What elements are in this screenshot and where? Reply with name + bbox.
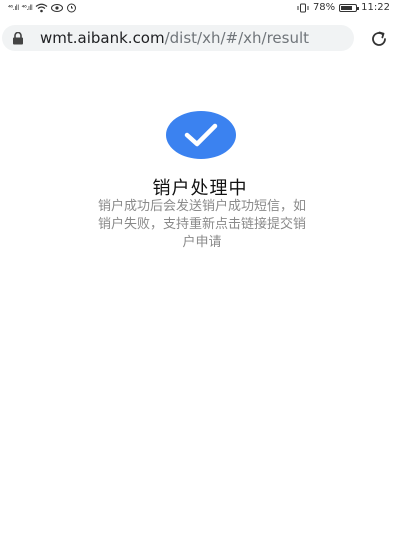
battery-icon [339,3,360,12]
reload-icon [372,31,386,46]
lock-icon [12,31,32,45]
url-text[interactable]: wmt.aibank.com/dist/xh/#/xh/result [40,29,309,47]
result-description: 销户成功后会发送销户成功短信，如 销户失败，支持重新点击链接提交销 户申请 [74,198,330,252]
check-icon [184,123,218,147]
address-bar[interactable]: wmt.aibank.com/dist/xh/#/xh/result [2,25,354,51]
status-bar: ⁴⁶.ıll ⁴⁶.ıll 78% 11:22 [0,0,400,18]
description-line-1: 销户成功后会发送销户成功短信，如 [97,199,306,214]
reload-button[interactable] [366,26,392,52]
alarm-icon [67,3,77,13]
description-line-2: 销户失败，支持重新点击链接提交销 [97,217,306,232]
url-path: /dist/xh/#/xh/result [164,29,310,47]
status-right: 78% 11:22 [297,2,390,13]
result-title: 销户处理中 [152,178,248,199]
cellular-signal-2: ⁴⁶.ıll [21,3,33,12]
battery-percent: 78% [312,2,336,13]
vibrate-icon [297,3,309,12]
description-line-3: 户申请 [182,235,222,250]
success-badge [166,111,236,159]
clock: 11:22 [361,2,390,13]
url-host: wmt.aibank.com [40,29,165,47]
eye-icon [51,3,64,12]
battery-fill [341,5,353,10]
wifi-icon [35,3,48,12]
cellular-signal-1: ⁴⁶.ıll [8,3,19,12]
status-left: ⁴⁶.ıll ⁴⁶.ıll [8,2,77,13]
